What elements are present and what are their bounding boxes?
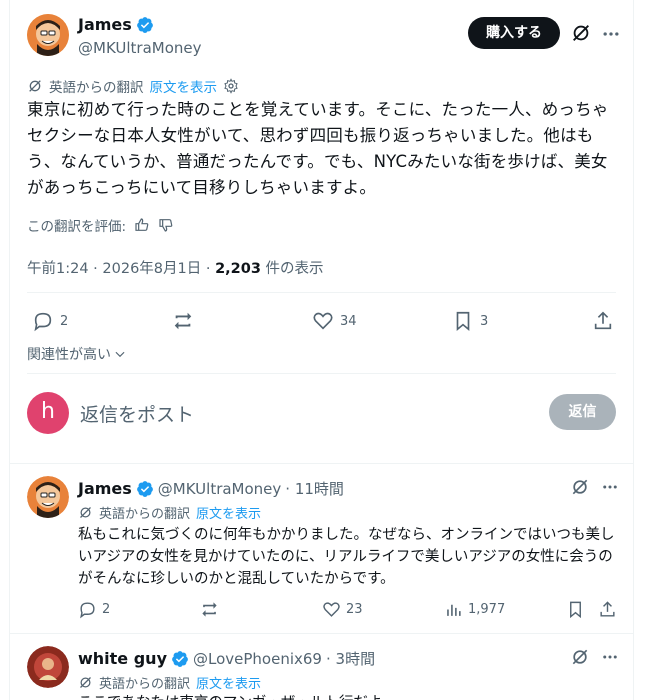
chevron-down-icon[interactable] <box>113 347 127 361</box>
sort-dropdown[interactable]: 関連性が高い <box>27 344 127 364</box>
grok-icon[interactable] <box>570 22 592 44</box>
reply-time[interactable]: · 11時間 <box>285 478 344 499</box>
verified-badge-icon <box>136 480 154 498</box>
rate-translation-label: この翻訳を評価: <box>27 219 127 235</box>
translation-label: 英語からの翻訳 <box>49 80 144 96</box>
grok-icon[interactable] <box>570 647 590 667</box>
tweet-body: 東京に初めて行った時のことを覚えています。そこに、たった一人、めっちゃセクシーな… <box>27 100 609 197</box>
reply-icon[interactable] <box>78 600 97 619</box>
grok-icon[interactable] <box>570 477 590 497</box>
bookmark-icon[interactable] <box>452 310 474 332</box>
share-icon[interactable] <box>592 310 614 332</box>
reply-icon[interactable] <box>32 310 54 332</box>
buy-button[interactable]: 購入する <box>468 17 560 49</box>
translate-icon <box>78 675 93 690</box>
repost-icon[interactable] <box>200 600 219 619</box>
reply-input[interactable]: 返信をポスト <box>80 400 194 427</box>
reply-body: ここであなたは東京のマンガ・ザ・ルト行だよ <box>78 692 623 700</box>
avatar[interactable] <box>27 14 69 56</box>
tweet-timestamp[interactable]: 午前1:24 · 2026年8月1日 · <box>27 261 215 277</box>
reply-time[interactable]: · 3時間 <box>326 648 375 669</box>
reply-action[interactable]: 2 <box>78 600 110 619</box>
reply-author-name[interactable]: white guy <box>78 649 167 668</box>
timeline-column: James @MKUltraMoney 購入する 英語からの翻訳 原文を表示 東… <box>9 0 634 700</box>
reply-count: 2 <box>60 313 69 329</box>
more-dots-icon[interactable] <box>601 478 619 496</box>
views-icon[interactable] <box>444 600 463 619</box>
views-label: 件の表示 <box>260 261 324 277</box>
translate-icon <box>27 78 43 94</box>
bookmark-action[interactable]: 3 <box>452 310 488 332</box>
like-count: 34 <box>340 313 357 329</box>
gear-icon[interactable] <box>223 78 239 94</box>
translation-label: 英語からの翻訳 <box>99 677 191 692</box>
show-original-link[interactable]: 原文を表示 <box>196 673 261 692</box>
composer-avatar-letter: h <box>41 399 55 424</box>
bookmark-count: 3 <box>480 313 489 329</box>
bookmark-icon[interactable] <box>566 600 585 619</box>
reply-button[interactable]: 返信 <box>549 394 616 430</box>
more-dots-icon[interactable] <box>601 24 621 44</box>
show-original-link[interactable]: 原文を表示 <box>150 76 218 96</box>
avatar[interactable] <box>27 476 69 518</box>
repost-icon[interactable] <box>172 310 194 332</box>
translate-icon <box>78 505 93 520</box>
heart-icon[interactable] <box>322 600 341 619</box>
avatar[interactable] <box>27 646 69 688</box>
views-count: 2,203 <box>215 261 261 277</box>
thumbs-down-icon[interactable] <box>158 217 174 233</box>
like-action[interactable]: 23 <box>322 600 363 619</box>
like-count: 23 <box>346 602 363 617</box>
reply-body: 私もこれに気づくのに何年もかかりました。なぜなら、オンラインではいつも美しいアジ… <box>78 527 615 587</box>
like-action[interactable]: 34 <box>312 310 357 332</box>
heart-icon[interactable] <box>312 310 334 332</box>
views-action[interactable]: 1,977 <box>444 600 505 619</box>
views-count: 1,977 <box>468 602 506 617</box>
reply-author-name[interactable]: James <box>78 479 132 498</box>
share-icon[interactable] <box>598 600 617 619</box>
show-original-link[interactable]: 原文を表示 <box>196 503 261 522</box>
verified-badge-icon <box>171 650 189 668</box>
translation-label: 英語からの翻訳 <box>99 507 191 522</box>
more-dots-icon[interactable] <box>601 648 619 666</box>
composer-avatar[interactable]: h <box>27 392 69 434</box>
verified-badge-icon <box>136 16 154 34</box>
reply-action[interactable]: 2 <box>32 310 68 332</box>
reply-author-handle[interactable]: @MKUltraMoney <box>158 480 282 498</box>
reply-count: 2 <box>102 602 111 617</box>
author-handle[interactable]: @MKUltraMoney <box>78 39 202 57</box>
thumbs-up-icon[interactable] <box>134 217 150 233</box>
sort-label[interactable]: 関連性が高い <box>27 344 111 364</box>
reply-author-handle[interactable]: @LovePhoenix69 <box>193 650 322 668</box>
author-name[interactable]: James <box>78 15 132 34</box>
